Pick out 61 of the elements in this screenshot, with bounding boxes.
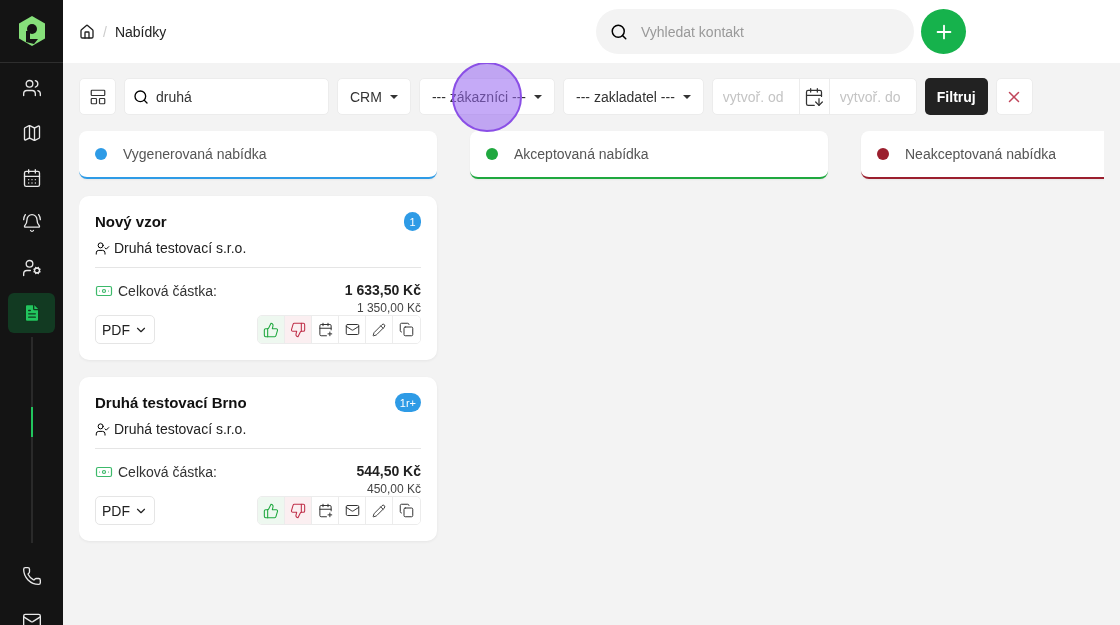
copy-icon — [399, 322, 414, 337]
mail-icon — [344, 503, 360, 518]
thumbs-up-icon — [263, 502, 279, 519]
customer-name: Druhá testovací s.r.o. — [114, 421, 247, 437]
search-field[interactable]: druhá — [124, 78, 329, 115]
layout-toggle-button[interactable] — [79, 78, 116, 115]
reject-button[interactable] — [285, 497, 312, 524]
pencil-icon — [372, 322, 386, 337]
reject-button[interactable] — [285, 316, 312, 343]
thumbs-down-icon — [290, 502, 306, 519]
total-amount: 1 633,50 Kč — [344, 282, 421, 298]
calendar-plus-icon — [317, 322, 333, 337]
pencil-icon — [372, 503, 386, 518]
breadcrumb-item[interactable]: Nabídky — [114, 23, 167, 40]
date-to-field[interactable]: vytvoř. do — [829, 88, 916, 105]
total-label: Celková částka: — [118, 283, 217, 299]
thumbs-up-icon — [263, 321, 279, 338]
column-title: Vygenerovaná nabídka — [123, 146, 267, 162]
user-check-icon — [95, 421, 110, 437]
net-amount: 1 350,00 Kč — [356, 301, 421, 315]
caret-icon — [682, 94, 691, 99]
filter-button[interactable]: Filtruj — [924, 78, 988, 115]
add-button[interactable] — [921, 9, 966, 54]
copy-icon — [399, 503, 414, 518]
net-amount: 450,00 Kč — [366, 482, 421, 496]
map-icon — [21, 123, 42, 143]
calendar-icon — [21, 168, 42, 188]
phone-icon — [21, 566, 42, 586]
home-icon[interactable] — [79, 23, 95, 40]
user-check-icon — [95, 240, 110, 256]
filter-dropdown[interactable]: CRM — [337, 78, 411, 115]
bell-icon — [21, 213, 42, 233]
offer-title: Nový vzor — [95, 213, 167, 230]
caret-icon — [534, 94, 542, 99]
offer-title: Druhá testovací Brno — [95, 394, 247, 411]
logo-icon — [17, 15, 46, 47]
customer-name: Druhá testovací s.r.o. — [114, 240, 247, 256]
users-icon — [21, 78, 42, 98]
mail-icon — [344, 322, 360, 337]
sidebar-item[interactable] — [8, 293, 55, 333]
mail-icon — [21, 611, 42, 625]
search-icon — [610, 22, 628, 41]
count-badge: 1 — [404, 212, 421, 231]
pdf-dropdown[interactable]: PDF — [95, 315, 155, 344]
total-amount: 544,50 Kč — [356, 463, 421, 479]
user-gear-icon — [21, 258, 42, 278]
date-range-field[interactable]: vytvoř. od vytvoř. do — [711, 78, 917, 115]
count-badge: 1r+ — [394, 393, 421, 412]
calendar-plus-icon — [317, 503, 333, 518]
caret-icon — [389, 94, 398, 99]
column-title: Akceptovaná nabídka — [514, 146, 649, 162]
column-title: Neakceptovaná nabídka — [905, 146, 1056, 162]
search-icon — [133, 88, 149, 105]
date-from-field[interactable]: vytvoř. od — [712, 88, 799, 105]
total-label: Celková částka: — [118, 464, 217, 480]
contact-search-field[interactable]: Vyhledat kontakt — [596, 9, 914, 54]
pdf-dropdown[interactable]: PDF — [95, 496, 155, 525]
calendar-arrow-icon — [804, 86, 825, 107]
thumbs-down-icon — [290, 321, 306, 338]
breadcrumb-separator: / — [103, 23, 107, 40]
filter-dropdown[interactable]: --- zakladatel --- — [563, 78, 704, 115]
